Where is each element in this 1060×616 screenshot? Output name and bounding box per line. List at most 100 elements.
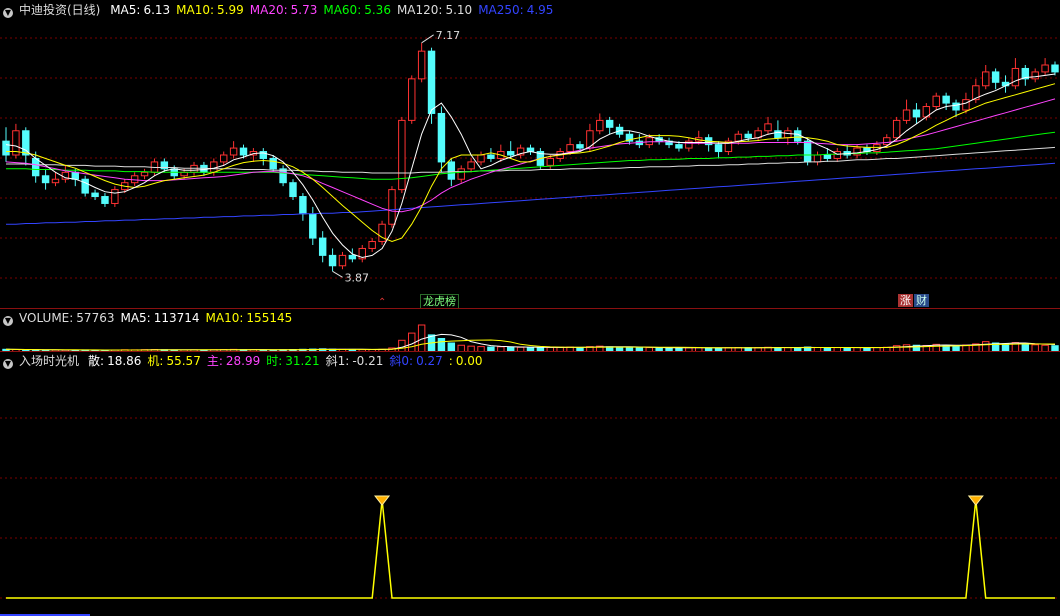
candle-body bbox=[982, 71, 990, 87]
zhang-tag[interactable]: 涨 bbox=[898, 294, 913, 307]
ind-legend-value: 0.27 bbox=[416, 354, 443, 368]
vol-legend-label: MA10: bbox=[205, 311, 244, 325]
candle-body bbox=[596, 119, 604, 132]
ma60-line bbox=[6, 131, 1056, 180]
candle-body bbox=[388, 189, 396, 225]
ind-legend-2: 机: 55.57 bbox=[147, 354, 200, 368]
candle-body bbox=[328, 254, 337, 267]
candle-body bbox=[91, 192, 99, 198]
ind-legend-value: 55.57 bbox=[166, 354, 201, 368]
candle-body bbox=[566, 144, 574, 153]
volume-bar bbox=[437, 338, 446, 352]
vol-legend-1: MA5: 113714 bbox=[120, 311, 199, 325]
cai-tag[interactable]: 财 bbox=[914, 294, 929, 307]
candle-body bbox=[220, 154, 228, 163]
indicator-legend: ▼ 入场时光机 散: 18.86 机: 55.57 主: 28.99 时: 31.21 斜1: -0.… bbox=[3, 354, 495, 369]
ind-legend-4: 时: 31.21 bbox=[266, 354, 319, 368]
ma-legend-label: MA5: bbox=[110, 3, 141, 17]
price-chart[interactable]: 7.17 3.87 ⌃ bbox=[0, 0, 1060, 309]
ind-legend-label: 时: bbox=[266, 354, 283, 368]
candle-body bbox=[793, 130, 802, 142]
vol-legend-0: VOLUME: 57763 bbox=[19, 311, 114, 325]
candle-body bbox=[180, 171, 188, 177]
high-label: 7.17 bbox=[436, 29, 461, 42]
ind-legend-0: 入场时光机 bbox=[19, 354, 82, 368]
candle-body bbox=[1041, 64, 1049, 73]
ma-legend-0: MA5: 6.13 bbox=[110, 3, 170, 17]
candle-body bbox=[546, 157, 555, 166]
candle-body bbox=[675, 144, 683, 149]
candle-body bbox=[991, 71, 1000, 83]
candle-body bbox=[605, 119, 614, 128]
ind-legend-value: 0.00 bbox=[455, 354, 483, 368]
candle-body bbox=[784, 130, 792, 139]
candle-body bbox=[803, 140, 812, 163]
vol-legend-value: 155145 bbox=[246, 311, 293, 325]
ind-legend-6: 斜0: 0.27 bbox=[389, 354, 442, 368]
ma-legend-label: MA20: bbox=[249, 3, 288, 17]
candle-body bbox=[378, 223, 386, 243]
candle-body bbox=[417, 50, 426, 80]
ma-legend-value: 5.73 bbox=[290, 3, 318, 17]
candle-body bbox=[1051, 64, 1059, 73]
longhubang-tag[interactable]: 龙虎榜 bbox=[420, 294, 459, 309]
candle-body bbox=[348, 254, 357, 260]
vol-legend-value: 57763 bbox=[76, 311, 115, 325]
ma-legend-3: MA60: 5.36 bbox=[323, 3, 391, 17]
ind-legend-value: 28.99 bbox=[225, 354, 261, 368]
collapse-icon[interactable]: ▼ bbox=[3, 359, 13, 369]
volume-pane[interactable]: ▼ VOLUME: 57763 MA5: 113714 MA10: 155145 bbox=[0, 309, 1060, 352]
candle-body bbox=[962, 99, 970, 111]
collapse-icon[interactable]: ▼ bbox=[3, 8, 13, 18]
ind-legend-label: 斜0: bbox=[389, 354, 414, 368]
ind-legend-label: 机: bbox=[147, 354, 164, 368]
candle-body bbox=[942, 95, 950, 104]
candle-body bbox=[457, 168, 465, 180]
ma-legend-value: 5.99 bbox=[217, 3, 244, 17]
ma-legend-value: 5.10 bbox=[445, 3, 473, 17]
candle-body bbox=[190, 164, 198, 173]
ma20-line bbox=[5, 98, 1056, 213]
ma-legend-value: 6.13 bbox=[143, 3, 171, 17]
ma-legend-4: MA120: 5.10 bbox=[397, 3, 472, 17]
price-legend: ▼ 中迪投资(日线) MA5: 6.13 MA10: 5.99 MA20: 5.73 MA60… bbox=[3, 3, 565, 18]
ma-legend-label: MA250: bbox=[478, 3, 524, 17]
ind-legend-label: 斜1: bbox=[325, 354, 350, 368]
candle-body bbox=[892, 119, 901, 139]
indicator-chart[interactable] bbox=[0, 352, 1060, 616]
candle-body bbox=[51, 178, 60, 184]
signal-line bbox=[6, 499, 1055, 599]
collapse-icon[interactable]: ▼ bbox=[3, 316, 13, 326]
ma-legend-label: MA60: bbox=[323, 3, 362, 17]
candle-body bbox=[734, 133, 743, 142]
candle-body bbox=[714, 144, 723, 153]
candle-body bbox=[299, 196, 307, 215]
candle-body bbox=[764, 123, 772, 132]
candle-body bbox=[912, 109, 921, 118]
high-marker bbox=[421, 34, 434, 44]
candle-body bbox=[22, 130, 30, 156]
candle-body bbox=[1011, 67, 1020, 87]
low-label: 3.87 bbox=[345, 271, 370, 284]
volume-legend: ▼ VOLUME: 57763 MA5: 113714 MA10: 155145 bbox=[3, 311, 304, 326]
indicator-pane[interactable]: ▼ 入场时光机 散: 18.86 机: 55.57 主: 28.99 时: 31.21 斜1: -0.… bbox=[0, 352, 1060, 616]
vol-legend-value: 113714 bbox=[153, 311, 200, 325]
candle-body bbox=[873, 144, 881, 153]
candle-body bbox=[101, 196, 109, 204]
candle-body bbox=[111, 189, 119, 204]
candle-body bbox=[408, 78, 416, 121]
candle-body bbox=[398, 119, 406, 191]
candle-body bbox=[902, 109, 911, 121]
candle-body bbox=[31, 157, 40, 177]
ma-legend-1: MA10: 5.99 bbox=[176, 3, 244, 17]
stock-title: 中迪投资(日线) bbox=[19, 3, 101, 17]
chevron-up-icon: ⌃ bbox=[378, 297, 386, 308]
candle-body bbox=[338, 254, 347, 267]
ind-legend-7: :0.00 bbox=[449, 354, 483, 368]
candle-body bbox=[279, 168, 287, 184]
ma-legend-5: MA250: 4.95 bbox=[478, 3, 553, 17]
ind-legend-value: 18.86 bbox=[107, 354, 142, 368]
candle-body bbox=[506, 151, 515, 156]
candle-body bbox=[744, 133, 752, 139]
price-pane[interactable]: 7.17 3.87 ⌃ ▼ 中迪投资(日线) MA5: 6.13 MA10: 5.99 MA2… bbox=[0, 0, 1060, 309]
